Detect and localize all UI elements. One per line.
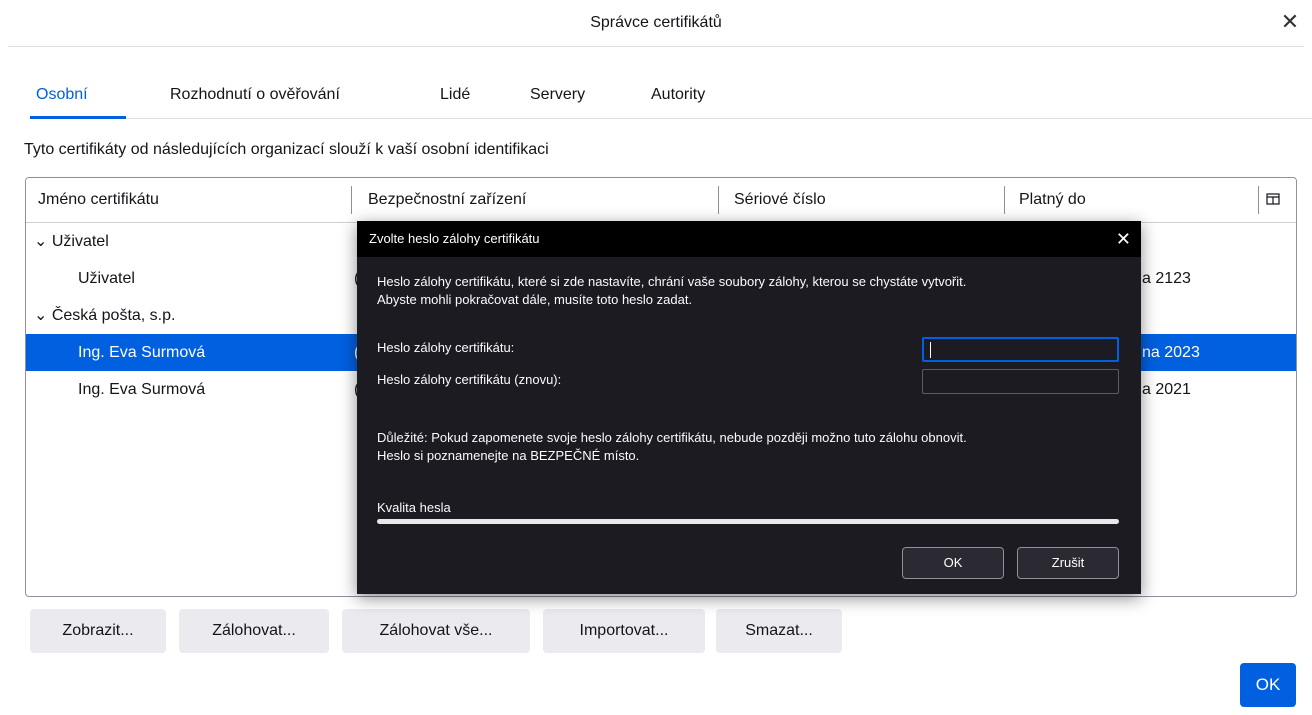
import-button[interactable]: Importovat... [543, 609, 705, 653]
row-cert-name: Ing. Eva Surmová [78, 344, 206, 361]
title-divider [8, 46, 1304, 47]
dialog-ok-button[interactable]: OK [902, 547, 1004, 579]
column-header-serial[interactable]: Sériové číslo [734, 178, 826, 222]
column-divider [351, 186, 352, 214]
dialog-cancel-button[interactable]: Zrušit [1017, 547, 1119, 579]
backup-all-button[interactable]: Zálohovat vše... [342, 609, 530, 653]
row-group-label: ⌄ Česká pošta, s.p. [34, 307, 176, 324]
password-field[interactable] [922, 337, 1119, 362]
dialog-intro-line1: Heslo zálohy certifikátu, které si zde n… [377, 274, 967, 289]
column-header-device[interactable]: Bezpečnostní zařízení [368, 178, 526, 222]
row-expiry: a 2021 [1142, 381, 1191, 398]
tab-personal[interactable]: Osobní [36, 82, 88, 108]
dialog-title: Zvolte heslo zálohy certifikátu [369, 231, 540, 246]
tab-authentication-decisions[interactable]: Rozhodnutí o ověřování [170, 82, 340, 108]
row-expiry: na 2023 [1142, 344, 1200, 361]
tab-authorities[interactable]: Autority [651, 82, 705, 108]
dialog-warning-line2: Heslo si poznamenejte na BEZPEČNÉ místo. [377, 448, 640, 463]
table-header: Jméno certifikátu Bezpečnostní zařízení … [26, 178, 1296, 223]
column-picker-icon[interactable] [1266, 192, 1280, 206]
column-header-name[interactable]: Jméno certifikátu [38, 178, 159, 222]
close-icon[interactable]: ✕ [1276, 8, 1304, 36]
dialog-warning-line1: Důležité: Pokud zapomenete svoje heslo z… [377, 430, 967, 445]
column-divider [1004, 186, 1005, 214]
row-group-label: ⌄ Uživatel [34, 233, 109, 250]
ok-button[interactable]: OK [1240, 663, 1296, 707]
row-cert-name: Uživatel [78, 270, 135, 287]
view-button[interactable]: Zobrazit... [30, 609, 166, 653]
confirm-password-field[interactable] [922, 369, 1119, 394]
row-expiry: a 2123 [1142, 270, 1191, 287]
tabs-divider [30, 118, 1312, 119]
dialog-intro-line2: Abyste mohli pokračovat dále, musíte tot… [377, 292, 693, 307]
close-icon[interactable]: ✕ [1116, 221, 1131, 257]
window-title: Správce certifikátů [590, 14, 722, 31]
password-quality-meter [377, 519, 1119, 524]
row-cert-name: Ing. Eva Surmová [78, 381, 206, 398]
column-header-expiry[interactable]: Platný do [1019, 178, 1086, 222]
column-divider [1258, 186, 1259, 214]
tab-servers[interactable]: Servery [530, 82, 585, 108]
backup-password-dialog: Zvolte heslo zálohy certifikátu ✕ Heslo … [357, 221, 1141, 594]
password-label: Heslo zálohy certifikátu: [377, 340, 515, 355]
text-caret [930, 342, 931, 358]
column-divider [718, 186, 719, 214]
description-text: Tyto certifikáty od následujících organi… [24, 141, 549, 158]
backup-button[interactable]: Zálohovat... [179, 609, 329, 653]
password-quality-label: Kvalita hesla [377, 500, 451, 515]
active-tab-indicator [30, 116, 126, 119]
confirm-password-label: Heslo zálohy certifikátu (znovu): [377, 372, 562, 387]
delete-button[interactable]: Smazat... [716, 609, 842, 653]
tab-people[interactable]: Lidé [440, 82, 470, 108]
dialog-titlebar: Zvolte heslo zálohy certifikátu ✕ [357, 221, 1141, 257]
